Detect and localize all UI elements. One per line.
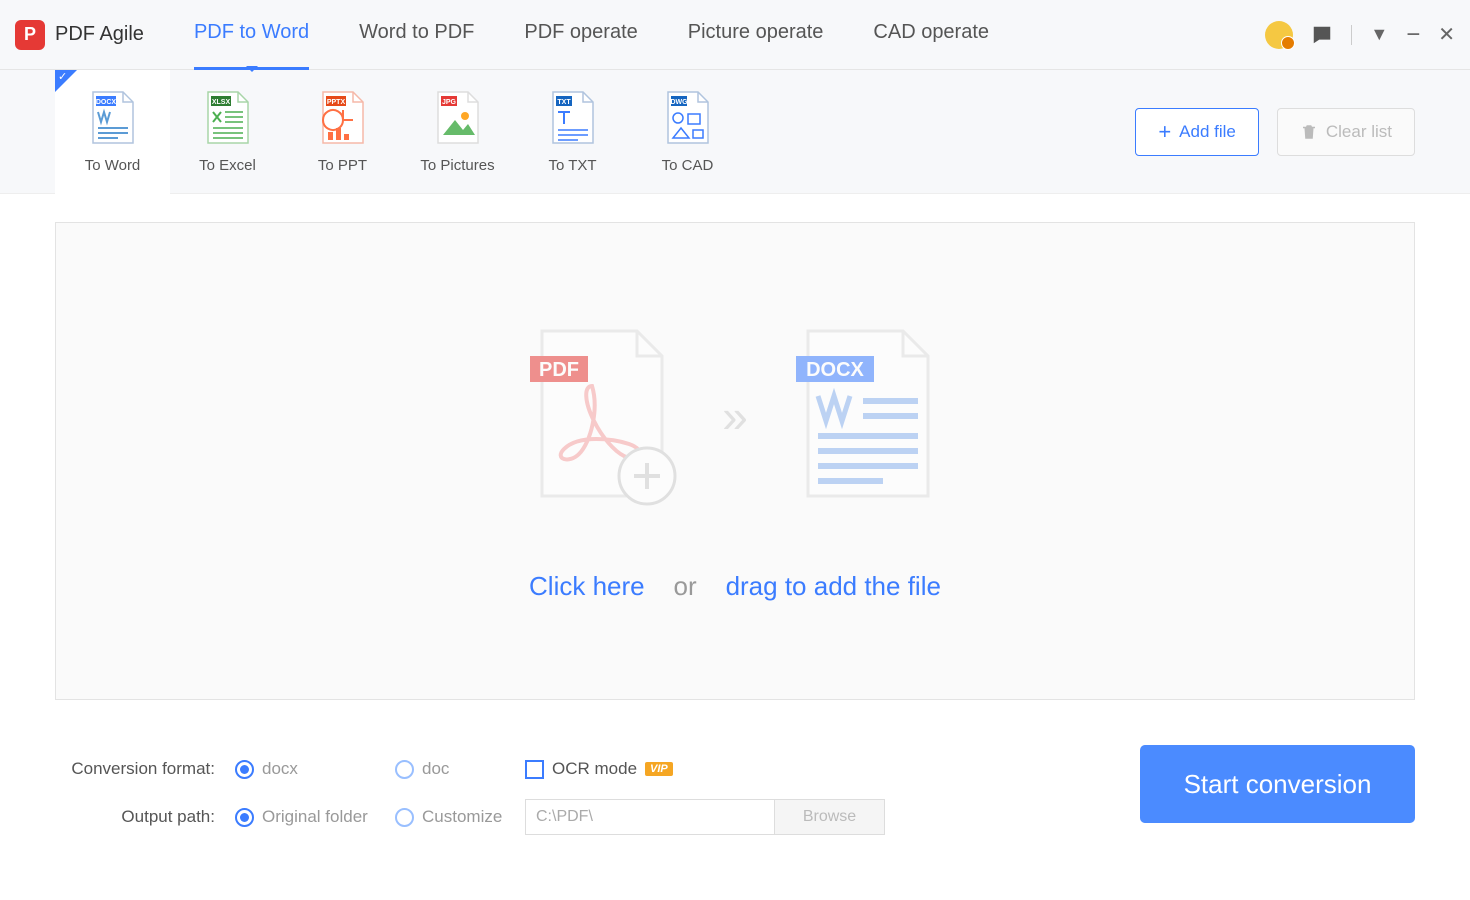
start-conversion-button[interactable]: Start conversion xyxy=(1140,745,1415,823)
convert-label: To Pictures xyxy=(420,157,494,174)
radio-docx[interactable] xyxy=(235,760,254,779)
bottom-panel: Conversion format: docx doc OCR mode VIP… xyxy=(0,720,1470,841)
convert-label: To Excel xyxy=(199,157,256,174)
convert-to-excel[interactable]: XLSX To Excel xyxy=(170,70,285,194)
click-here-link[interactable]: Click here xyxy=(529,571,645,601)
radio-doc-group[interactable]: doc xyxy=(395,759,505,779)
tab-word-to-pdf[interactable]: Word to PDF xyxy=(359,21,474,48)
svg-text:JPG: JPG xyxy=(441,99,456,106)
ocr-checkbox[interactable] xyxy=(525,760,544,779)
clear-list-label: Clear list xyxy=(1326,122,1392,142)
dropzone-text: Click here or drag to add the file xyxy=(529,571,941,602)
menu-dropdown-icon[interactable]: ▼ xyxy=(1370,24,1388,45)
convert-label: To PPT xyxy=(318,157,367,174)
output-path-row: Output path: Original folder Customize B… xyxy=(55,793,1140,841)
output-path-input[interactable] xyxy=(525,799,775,835)
browse-button[interactable]: Browse xyxy=(775,799,885,835)
arrow-right-icon: » xyxy=(722,389,748,443)
dropzone-graphic: PDF » DOCX xyxy=(522,321,948,511)
content-area: PDF » DOCX Click here xyxy=(0,194,1470,720)
docx-target-icon: DOCX xyxy=(788,321,948,511)
feedback-icon[interactable] xyxy=(1311,24,1333,46)
app-name: PDF Agile xyxy=(55,23,144,46)
tab-cad-operate[interactable]: CAD operate xyxy=(873,21,989,48)
excel-file-icon: XLSX xyxy=(203,90,253,145)
convert-label: To Word xyxy=(85,157,141,174)
add-file-label: Add file xyxy=(1179,122,1236,142)
file-dropzone[interactable]: PDF » DOCX Click here xyxy=(55,222,1415,700)
svg-text:PPTX: PPTX xyxy=(326,99,345,106)
format-label: Conversion format: xyxy=(55,759,215,779)
path-input-group: Browse xyxy=(525,799,885,835)
main-tabs: PDF to Word Word to PDF PDF operate Pict… xyxy=(194,21,1265,48)
ocr-mode-group[interactable]: OCR mode VIP xyxy=(525,759,673,779)
add-file-button[interactable]: + Add file xyxy=(1135,108,1259,156)
ppt-file-icon: PPTX xyxy=(318,90,368,145)
output-path-label: Output path: xyxy=(55,807,215,827)
plus-icon: + xyxy=(1158,119,1171,145)
vip-badge: VIP xyxy=(645,762,673,776)
convert-to-ppt[interactable]: PPTX To PPT xyxy=(285,70,400,194)
tab-pdf-operate[interactable]: PDF operate xyxy=(524,21,637,48)
radio-customize[interactable] xyxy=(395,808,414,827)
titlebar: P PDF Agile PDF to Word Word to PDF PDF … xyxy=(0,0,1470,70)
txt-file-icon: TXT xyxy=(548,90,598,145)
svg-text:TXT: TXT xyxy=(557,99,571,106)
convert-type-list: DOCX To Word XLSX To Excel PPTX To PPT J… xyxy=(55,70,745,194)
window-controls: ▼ − ✕ xyxy=(1265,21,1455,49)
tab-picture-operate[interactable]: Picture operate xyxy=(688,21,824,48)
tab-pdf-to-word[interactable]: PDF to Word xyxy=(194,21,309,48)
clear-list-button[interactable]: Clear list xyxy=(1277,108,1415,156)
radio-customize-group[interactable]: Customize xyxy=(395,807,505,827)
radio-docx-group[interactable]: docx xyxy=(235,759,375,779)
radio-doc[interactable] xyxy=(395,760,414,779)
cad-file-icon: DWG xyxy=(663,90,713,145)
trash-icon xyxy=(1300,123,1318,141)
radio-original-label: Original folder xyxy=(262,807,368,827)
radio-original-group[interactable]: Original folder xyxy=(235,807,375,827)
app-logo-icon: P xyxy=(15,20,45,50)
svg-text:PDF: PDF xyxy=(539,359,579,381)
minimize-icon[interactable]: − xyxy=(1406,21,1420,49)
convert-to-cad[interactable]: DWG To CAD xyxy=(630,70,745,194)
convert-to-word[interactable]: DOCX To Word xyxy=(55,70,170,194)
convert-label: To TXT xyxy=(548,157,596,174)
close-icon[interactable]: ✕ xyxy=(1438,22,1455,47)
dropzone-or: or xyxy=(674,571,697,601)
radio-original-folder[interactable] xyxy=(235,808,254,827)
svg-text:DOCX: DOCX xyxy=(95,99,116,106)
sub-toolbar: DOCX To Word XLSX To Excel PPTX To PPT J… xyxy=(0,70,1470,194)
separator xyxy=(1351,25,1352,45)
svg-text:DWG: DWG xyxy=(670,99,688,106)
radio-doc-label: doc xyxy=(422,759,449,779)
pdf-source-icon: PDF xyxy=(522,321,682,511)
drag-add-link[interactable]: drag to add the file xyxy=(726,571,941,601)
convert-to-pictures[interactable]: JPG To Pictures xyxy=(400,70,515,194)
picture-file-icon: JPG xyxy=(433,90,483,145)
conversion-options: Conversion format: docx doc OCR mode VIP… xyxy=(55,745,1140,841)
radio-docx-label: docx xyxy=(262,759,298,779)
user-avatar-icon[interactable] xyxy=(1265,21,1293,49)
ocr-label: OCR mode xyxy=(552,759,637,779)
radio-customize-label: Customize xyxy=(422,807,502,827)
svg-text:XLSX: XLSX xyxy=(211,99,230,106)
format-row: Conversion format: docx doc OCR mode VIP xyxy=(55,745,1140,793)
svg-text:DOCX: DOCX xyxy=(806,359,864,381)
word-file-icon: DOCX xyxy=(88,90,138,145)
app-logo-block: P PDF Agile xyxy=(15,20,144,50)
convert-label: To CAD xyxy=(662,157,714,174)
toolbar-actions: + Add file Clear list xyxy=(1135,108,1415,156)
convert-to-txt[interactable]: TXT To TXT xyxy=(515,70,630,194)
